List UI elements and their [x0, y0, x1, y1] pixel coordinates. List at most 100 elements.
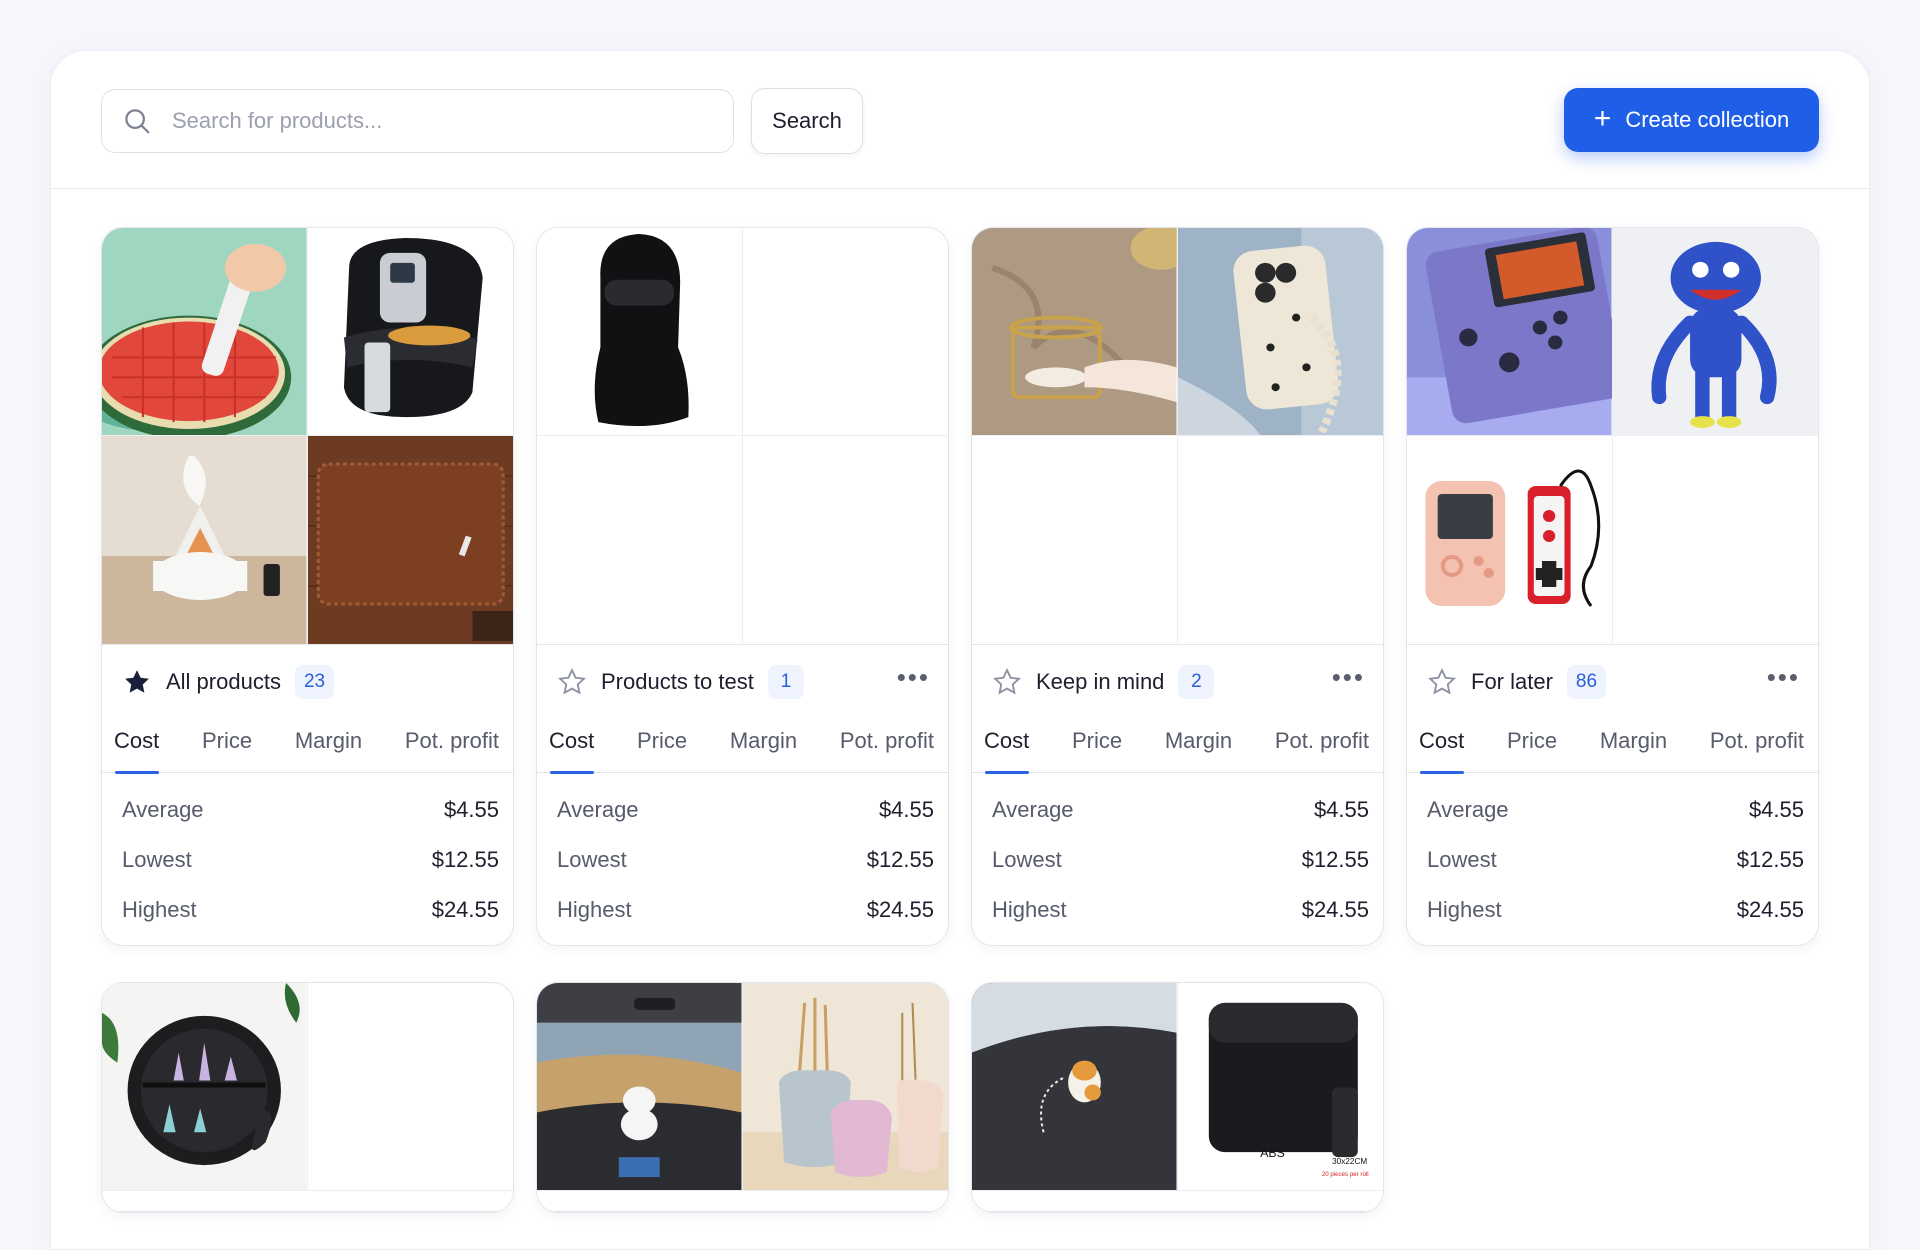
- empty-thumbnail: [307, 983, 513, 1191]
- collection-card[interactable]: For later 86 ••• Cost Price Margin Pot. …: [1406, 227, 1819, 946]
- stat-value: $12.55: [866, 847, 934, 872]
- collections-panel: Search + Create collection: [50, 50, 1870, 1250]
- empty-thumbnail: [742, 228, 948, 436]
- collection-thumbnails: [102, 228, 513, 645]
- collection-thumbnails: [537, 983, 948, 1212]
- stat-row: Lowest $12.55: [557, 835, 934, 885]
- tab-price[interactable]: Price: [1072, 719, 1122, 773]
- tab-pot-profit[interactable]: Pot. profit: [405, 719, 499, 773]
- tab-margin[interactable]: Margin: [295, 719, 362, 773]
- collection-header: Keep in mind 2 •••: [972, 645, 1383, 719]
- empty-thumbnail: [743, 436, 949, 644]
- search-field[interactable]: [101, 89, 734, 153]
- stat-value: $12.55: [1736, 847, 1804, 872]
- collection-card[interactable]: [536, 982, 949, 1213]
- tab-cost[interactable]: Cost: [549, 719, 595, 774]
- star-outline-icon[interactable]: [557, 667, 587, 697]
- collection-header: Products to test 1 •••: [537, 645, 948, 719]
- stat-row: Highest $24.55: [557, 885, 934, 935]
- product-image-soap-holder: [972, 228, 1178, 436]
- search-input[interactable]: [172, 108, 712, 134]
- product-image-watermelon-cutter: [102, 228, 308, 436]
- tab-cost[interactable]: Cost: [984, 719, 1030, 774]
- tab-cost[interactable]: Cost: [1419, 719, 1465, 774]
- stat-label: Average: [122, 797, 204, 822]
- collection-card[interactable]: ABS 30x22CM 20 pieces per roll: [971, 982, 1384, 1213]
- collection-header: For later 86 •••: [1407, 645, 1818, 719]
- collection-thumbnails: ABS 30x22CM 20 pieces per roll: [972, 983, 1383, 1212]
- stat-value: $24.55: [1736, 897, 1804, 922]
- tab-cost[interactable]: Cost: [114, 719, 160, 774]
- tab-pot-profit[interactable]: Pot. profit: [1275, 719, 1369, 773]
- create-collection-label: Create collection: [1625, 107, 1790, 132]
- stat-row: Average $4.55: [1427, 785, 1804, 835]
- collection-card[interactable]: Products to test 1 ••• Cost Price Margin…: [536, 227, 949, 946]
- collection-header: All products 23: [102, 645, 513, 719]
- stat-row: Average $4.55: [122, 785, 499, 835]
- metric-tabs: Cost Price Margin Pot. profit: [102, 719, 513, 774]
- stat-value: $4.55: [1313, 797, 1369, 822]
- collection-title[interactable]: Keep in mind: [1036, 669, 1164, 695]
- star-filled-icon[interactable]: [122, 667, 152, 697]
- empty-thumbnail: [1178, 436, 1384, 644]
- collection-thumbnails: [537, 228, 948, 645]
- stat-value: $12.55: [1301, 847, 1369, 872]
- label-abs: ABS: [1260, 1146, 1285, 1160]
- collection-thumbnails: [972, 228, 1383, 645]
- collection-title[interactable]: All products: [166, 669, 281, 695]
- stat-row: Lowest $12.55: [1427, 835, 1804, 885]
- more-options-icon[interactable]: •••: [897, 664, 930, 700]
- product-image-phone-case: [1177, 228, 1383, 436]
- more-options-icon[interactable]: •••: [1332, 664, 1365, 700]
- collection-count-badge: 23: [294, 665, 335, 699]
- toolbar: Search + Create collection: [51, 51, 1869, 189]
- stat-label: Lowest: [557, 847, 627, 872]
- stat-value: $4.55: [878, 797, 934, 822]
- product-image-air-fryer: [307, 228, 513, 436]
- product-image-ceramic-vases: [742, 983, 948, 1191]
- stats-list: Average $4.55 Lowest $12.55 Highest $24.55: [972, 773, 1383, 945]
- stat-label: Highest: [1427, 897, 1502, 922]
- tab-pot-profit[interactable]: Pot. profit: [1710, 719, 1804, 773]
- star-outline-icon[interactable]: [992, 667, 1022, 697]
- label-size: 30x22CM: [1332, 1157, 1367, 1166]
- collection-title[interactable]: For later: [1471, 669, 1553, 695]
- collection-card[interactable]: All products 23 Cost Price Margin Pot. p…: [101, 227, 514, 946]
- stat-value: $24.55: [431, 897, 499, 922]
- stat-label: Average: [557, 797, 639, 822]
- collection-card[interactable]: Keep in mind 2 ••• Cost Price Margin Pot…: [971, 227, 1384, 946]
- star-outline-icon[interactable]: [1427, 667, 1457, 697]
- tab-margin[interactable]: Margin: [1165, 719, 1232, 773]
- product-image-wallet: [307, 436, 513, 644]
- label-roll-count: 20 pieces per roll: [1321, 1172, 1368, 1178]
- empty-thumbnail: [972, 436, 1178, 644]
- tab-pot-profit[interactable]: Pot. profit: [840, 719, 934, 773]
- tab-price[interactable]: Price: [202, 719, 252, 773]
- stat-label: Lowest: [122, 847, 192, 872]
- search-icon: [125, 109, 150, 134]
- collection-count-badge: 2: [1178, 665, 1215, 699]
- collection-card[interactable]: [101, 982, 514, 1213]
- stat-label: Average: [992, 797, 1074, 822]
- tab-price[interactable]: Price: [637, 719, 687, 773]
- collection-thumbnails: [1407, 228, 1818, 645]
- stat-value: $24.55: [1301, 897, 1369, 922]
- product-image-humidifier: [102, 436, 308, 644]
- product-image-retro-game-controllers: [1407, 436, 1613, 644]
- stat-label: Highest: [122, 897, 197, 922]
- stat-row: Highest $24.55: [1427, 885, 1804, 935]
- tab-price[interactable]: Price: [1507, 719, 1557, 773]
- create-collection-button[interactable]: + Create collection: [1564, 88, 1819, 152]
- tab-margin[interactable]: Margin: [1600, 719, 1667, 773]
- product-image-car-dashboard-figure: [537, 983, 743, 1191]
- search-button[interactable]: Search: [751, 88, 863, 154]
- more-options-icon[interactable]: •••: [1767, 664, 1800, 700]
- stat-label: Average: [1427, 797, 1509, 822]
- tab-margin[interactable]: Margin: [730, 719, 797, 773]
- stat-value: $4.55: [1748, 797, 1804, 822]
- product-image-dashboard-cat-figure: [972, 983, 1178, 1191]
- stat-row: Average $4.55: [557, 785, 934, 835]
- collection-thumbnails: [102, 983, 513, 1212]
- stats-list: Average $4.55 Lowest $12.55 Highest $24.55: [102, 773, 513, 945]
- collection-title[interactable]: Products to test: [601, 669, 754, 695]
